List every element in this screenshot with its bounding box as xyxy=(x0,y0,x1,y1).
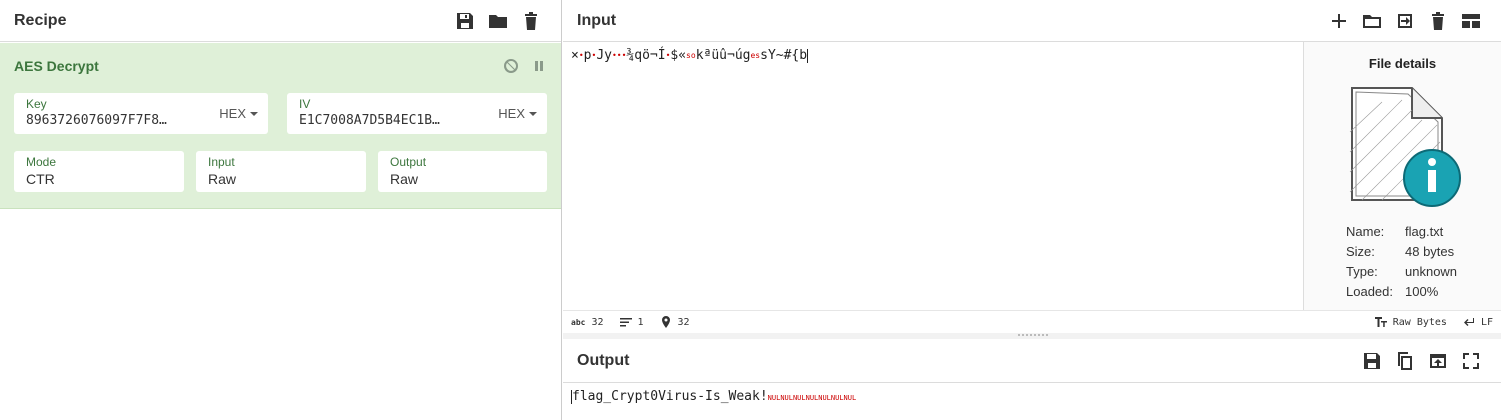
input-title: Input xyxy=(577,11,617,29)
mode-field[interactable]: Mode CTR xyxy=(14,151,184,192)
key-format-dropdown[interactable]: HEX xyxy=(219,106,258,121)
input-format-field[interactable]: Input Raw xyxy=(196,151,366,192)
file-size-label: Size: xyxy=(1346,244,1375,259)
maximize-icon xyxy=(1462,352,1479,369)
trash-icon xyxy=(1431,11,1444,30)
copy-output-button[interactable] xyxy=(1388,344,1421,377)
file-type-label: Type: xyxy=(1346,264,1378,279)
encoding-label: Raw Bytes xyxy=(1392,316,1447,328)
plus-icon xyxy=(1331,13,1346,28)
aes-decrypt-operation[interactable]: AES Decrypt Key 8963726076097F7F8… HEX I… xyxy=(0,43,561,209)
clear-recipe-button[interactable] xyxy=(514,4,547,37)
line-count-stat: 1 xyxy=(619,316,644,328)
file-details-table: Name: flag.txt Size: 48 bytes Type: unknown… xyxy=(1346,222,1457,302)
input-header: Input xyxy=(563,0,1501,42)
input-char: × xyxy=(571,48,579,63)
input-pane: Input ×•p•Jy•••¾qö¬Í•$«sokªüû¬úgessY~#{b… xyxy=(563,0,1501,333)
return-arrow-icon xyxy=(1463,318,1474,326)
char-count-stat: abc 32 xyxy=(571,317,604,328)
file-loaded-value: 100% xyxy=(1405,284,1439,299)
recipe-header: Recipe xyxy=(0,0,561,42)
output-format-field[interactable]: Output Raw xyxy=(378,151,547,192)
file-name-value: flag.txt xyxy=(1405,224,1444,239)
save-output-button[interactable] xyxy=(1355,344,1388,377)
control-char: es xyxy=(750,51,761,60)
clear-input-button[interactable] xyxy=(1421,4,1454,37)
import-icon xyxy=(1397,13,1412,28)
key-input[interactable]: 8963726076097F7F8… xyxy=(26,111,191,131)
output-text-area[interactable]: flag_Crypt0Virus-Is_Weak!NULNULNULNULNUL… xyxy=(563,383,1501,410)
control-char: ••• xyxy=(611,51,627,60)
iv-field[interactable]: IV E1C7008A7D5B4EC1B… HEX xyxy=(287,93,547,134)
chevron-down-icon xyxy=(529,111,537,116)
input-text-area[interactable]: ×•p•Jy•••¾qö¬Í•$«sokªüû¬úgessY~#{b xyxy=(563,42,1303,310)
null-byte-markers: NULNULNULNULNULNULNUL xyxy=(767,394,857,402)
open-file-button[interactable] xyxy=(1388,4,1421,37)
mode-label: Mode xyxy=(26,155,57,169)
cursor-position-stat: 32 xyxy=(660,316,690,328)
output-format-select[interactable]: Raw xyxy=(390,169,535,189)
encoding-selector[interactable]: Raw Bytes xyxy=(1374,316,1447,328)
output-format-label: Output xyxy=(390,155,427,169)
disable-icon[interactable] xyxy=(503,58,519,74)
input-char: $« xyxy=(670,48,687,63)
key-format-label: HEX xyxy=(219,106,246,121)
output-title: Output xyxy=(577,351,630,369)
recipe-pane: Recipe AES Decrypt Key 8963726076097F7F8… xyxy=(0,0,562,420)
open-folder-button[interactable] xyxy=(1355,4,1388,37)
line-count: 1 xyxy=(637,316,644,328)
lines-icon xyxy=(619,318,632,327)
recipe-title: Recipe xyxy=(14,11,67,29)
maximize-output-button[interactable] xyxy=(1454,344,1487,377)
location-pin-icon xyxy=(661,316,670,328)
pause-icon[interactable] xyxy=(531,58,547,74)
eol-label: LF xyxy=(1480,316,1493,328)
file-details-panel: File details Name: flag.txt Size: 48 bytes… xyxy=(1303,42,1501,310)
iv-format-label: HEX xyxy=(498,106,525,121)
text-size-icon xyxy=(1374,317,1387,327)
add-input-tab-button[interactable] xyxy=(1322,4,1355,37)
save-recipe-button[interactable] xyxy=(448,4,481,37)
operation-title: AES Decrypt xyxy=(14,58,99,74)
folder-icon xyxy=(1362,14,1381,28)
file-loaded-label: Loaded: xyxy=(1346,284,1393,299)
output-header: Output xyxy=(563,339,1501,383)
input-char: kªüû¬úg xyxy=(695,48,751,63)
input-status-bar: abc 32 1 32 Raw Bytes LF xyxy=(563,310,1501,333)
save-icon xyxy=(1363,352,1380,369)
iv-format-dropdown[interactable]: HEX xyxy=(498,106,537,121)
replace-input-icon xyxy=(1429,353,1446,368)
input-char: ¾qö¬Í xyxy=(626,48,666,63)
abc-icon: abc xyxy=(571,317,586,327)
cursor-position: 32 xyxy=(677,316,690,328)
trash-icon xyxy=(524,11,537,30)
char-count: 32 xyxy=(591,316,604,328)
file-type-value: unknown xyxy=(1405,264,1458,279)
eol-selector[interactable]: LF xyxy=(1463,316,1493,328)
output-text: flag_Crypt0Virus-Is_Weak! xyxy=(572,389,768,404)
load-recipe-button[interactable] xyxy=(481,4,514,37)
input-format-label: Input xyxy=(208,155,235,169)
file-name-label: Name: xyxy=(1346,224,1385,239)
file-info-icon xyxy=(1349,87,1461,207)
control-char: so xyxy=(686,51,696,60)
save-icon xyxy=(456,12,473,29)
layout-icon xyxy=(1461,13,1480,28)
iv-input[interactable]: E1C7008A7D5B4EC1B… xyxy=(299,111,464,131)
output-pane: Output flag_Crypt0Virus-Is_Weak!NULNULNU… xyxy=(563,339,1501,420)
reset-layout-button[interactable] xyxy=(1454,4,1487,37)
key-field[interactable]: Key 8963726076097F7F8… HEX xyxy=(14,93,268,134)
replace-input-button[interactable] xyxy=(1421,344,1454,377)
copy-icon xyxy=(1397,351,1412,370)
input-format-select[interactable]: Raw xyxy=(208,169,354,189)
folder-icon xyxy=(488,14,507,28)
text-cursor xyxy=(807,48,809,63)
input-char: sY~#{b xyxy=(760,48,808,63)
input-char: Jy xyxy=(596,48,612,63)
chevron-down-icon xyxy=(250,111,258,116)
mode-select[interactable]: CTR xyxy=(26,169,172,189)
file-size-value: 48 bytes xyxy=(1405,244,1455,259)
file-details-title: File details xyxy=(1368,56,1437,71)
